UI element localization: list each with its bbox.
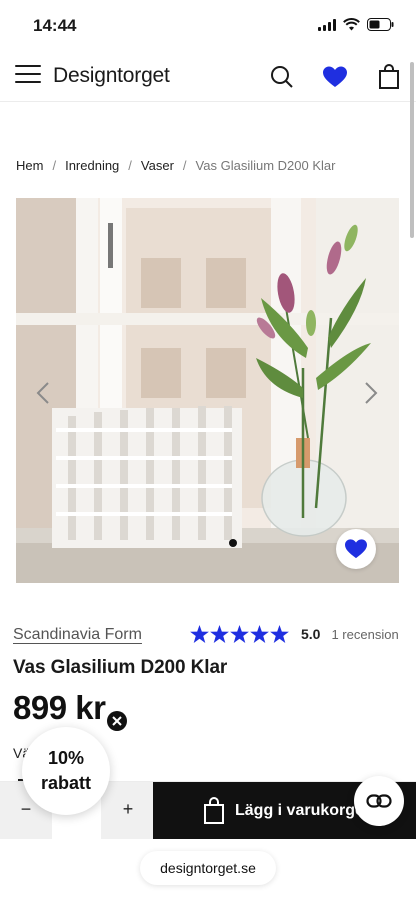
browser-url-bar[interactable]: designtorget.se <box>140 851 276 885</box>
chat-button[interactable] <box>354 776 404 826</box>
menu-icon[interactable] <box>15 65 41 87</box>
chevron-right-icon[interactable] <box>360 378 382 408</box>
discount-percent: 10% <box>47 748 85 768</box>
bag-icon[interactable] <box>375 63 403 91</box>
battery-icon <box>367 18 394 31</box>
review-count[interactable]: 1 recension <box>331 627 398 642</box>
breadcrumb-separator: / <box>52 158 57 173</box>
star-icon <box>210 625 229 643</box>
heart-icon <box>345 539 367 559</box>
site-header: Designtorget <box>0 52 416 102</box>
chevron-left-icon[interactable] <box>32 378 54 408</box>
breadcrumb-separator: / <box>182 158 187 173</box>
star-icon <box>190 625 209 643</box>
star-icon <box>270 625 289 643</box>
increase-quantity-button[interactable]: + <box>115 796 141 822</box>
breadcrumb: Hem / Inredning / Vaser / Vas Glasilium … <box>16 158 335 173</box>
product-title: Vas Glasilium D200 Klar <box>13 657 228 678</box>
star-icon <box>230 625 249 643</box>
add-to-cart-label: Lägg i varukorgen <box>235 801 374 819</box>
product-rating[interactable]: 5.0 1 recension <box>190 625 399 643</box>
add-to-wishlist-button[interactable] <box>336 529 376 569</box>
star-icon <box>250 625 269 643</box>
breadcrumb-home[interactable]: Hem <box>16 158 43 173</box>
breadcrumb-vaser[interactable]: Vaser <box>141 158 174 173</box>
product-photo <box>16 198 399 583</box>
product-image[interactable] <box>16 198 399 583</box>
breadcrumb-inredning[interactable]: Inredning <box>65 158 119 173</box>
rating-stars <box>190 625 289 643</box>
close-icon[interactable] <box>107 711 127 731</box>
status-time: 14:44 <box>33 16 77 35</box>
bag-icon <box>204 796 224 824</box>
paper-screen <box>52 406 242 548</box>
discount-label: rabatt <box>40 773 91 793</box>
rating-value: 5.0 <box>301 626 321 642</box>
carousel-dot[interactable] <box>229 539 237 547</box>
search-icon[interactable] <box>268 63 296 91</box>
breadcrumb-separator: / <box>128 158 132 173</box>
status-icons <box>318 18 394 31</box>
chat-icon <box>366 794 392 808</box>
cellular-signal-icon <box>318 18 336 31</box>
brand-logo[interactable]: Designtorget <box>53 64 170 88</box>
heart-icon[interactable] <box>321 63 349 91</box>
status-bar: 14:44 <box>0 0 416 50</box>
header-divider <box>0 101 416 102</box>
wifi-icon <box>343 18 360 31</box>
product-price: 899 kr <box>13 689 106 726</box>
scrollbar[interactable] <box>410 62 414 238</box>
breadcrumb-current: Vas Glasilium D200 Klar <box>195 158 336 173</box>
product-brand-link[interactable]: Scandinavia Form <box>13 626 142 644</box>
discount-badge[interactable]: 10% rabatt <box>22 727 110 815</box>
